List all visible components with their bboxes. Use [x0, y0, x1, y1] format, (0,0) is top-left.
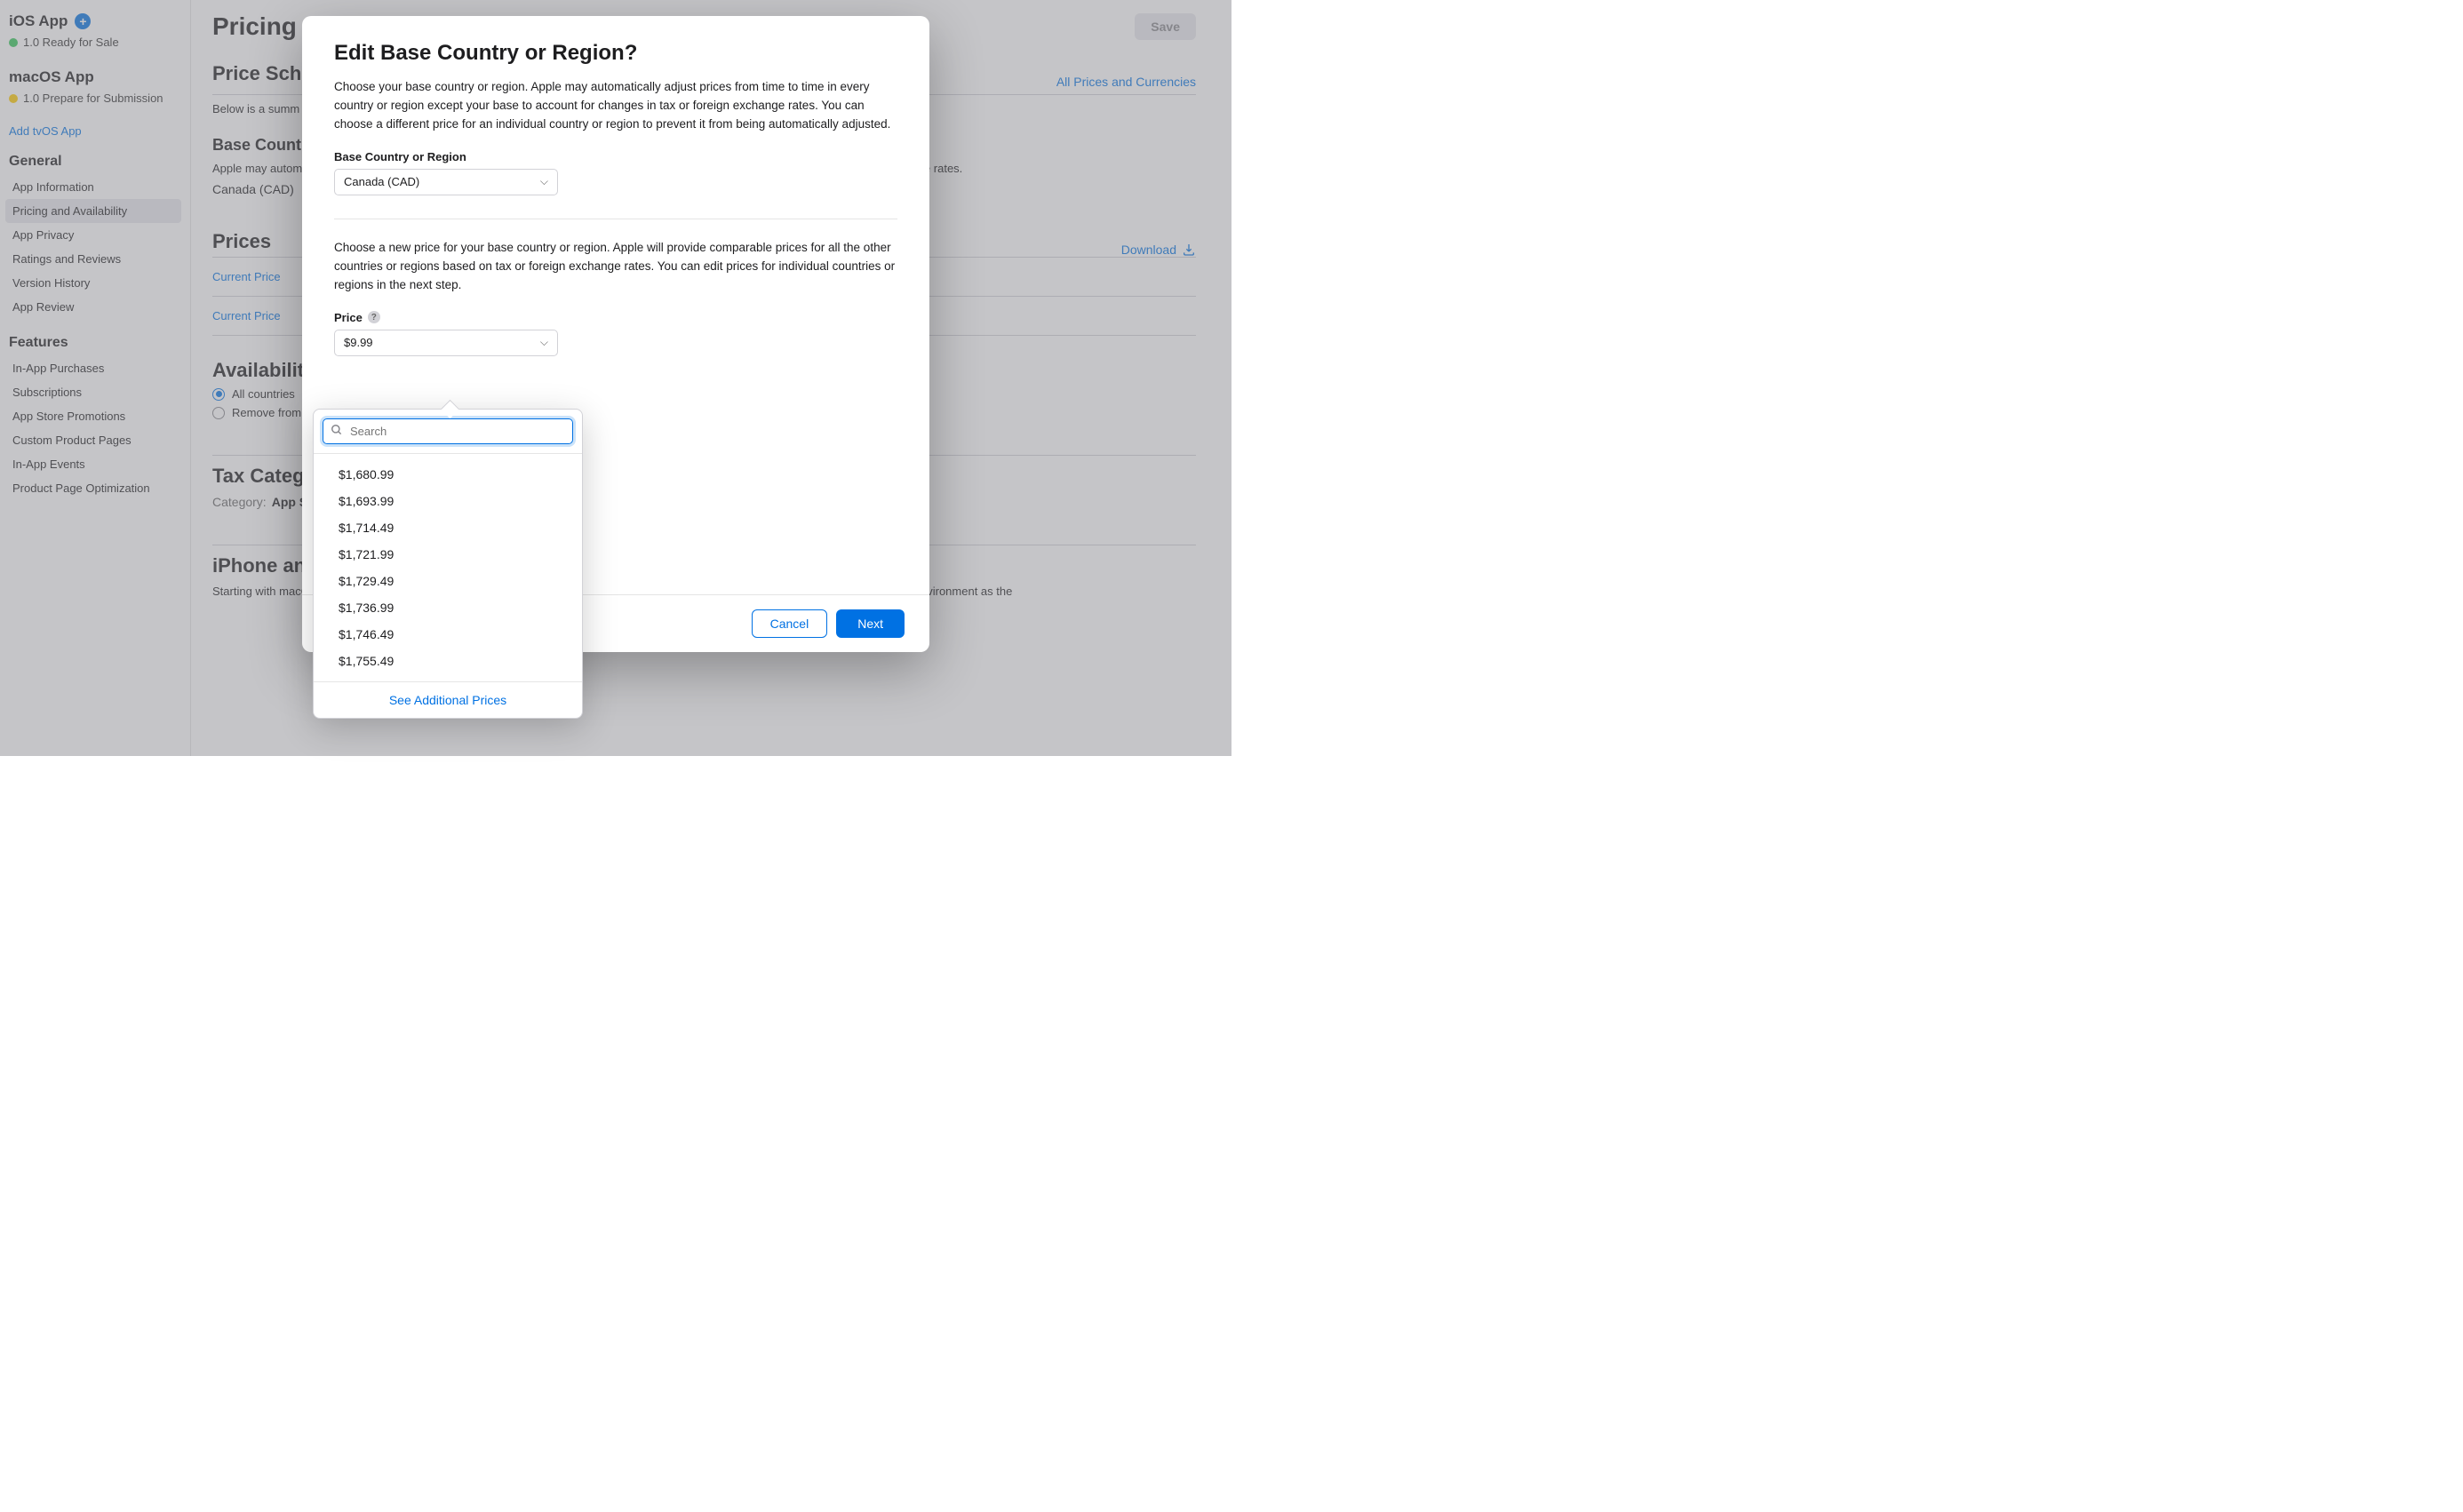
modal-desc-2: Choose a new price for your base country… [334, 239, 897, 295]
price-label: Price ? [334, 311, 897, 324]
price-select[interactable]: $9.99 ⌵ [334, 330, 558, 356]
price-option[interactable]: $1,729.49 [314, 568, 582, 594]
price-option[interactable]: $1,755.49 [314, 648, 582, 674]
price-option[interactable]: $1,714.49 [314, 514, 582, 541]
see-additional-prices-link[interactable]: See Additional Prices [389, 693, 506, 707]
cancel-button[interactable]: Cancel [752, 609, 828, 638]
price-option[interactable]: $1,736.99 [314, 594, 582, 621]
price-option[interactable]: $1,693.99 [314, 488, 582, 514]
modal-desc-1: Choose your base country or region. Appl… [334, 78, 897, 134]
base-country-label: Base Country or Region [334, 150, 897, 163]
modal-overlay[interactable]: Edit Base Country or Region? Choose your… [0, 0, 1232, 756]
chevron-down-icon: ⌵ [540, 175, 548, 188]
price-option[interactable]: $1,680.99 [314, 461, 582, 488]
search-icon [331, 424, 343, 439]
help-icon[interactable]: ? [368, 311, 380, 323]
price-value: $9.99 [344, 336, 373, 349]
modal-title: Edit Base Country or Region? [334, 41, 897, 66]
price-search-input[interactable] [350, 425, 565, 438]
price-option[interactable]: $1,721.99 [314, 541, 582, 568]
chevron-down-icon: ⌵ [540, 336, 548, 349]
price-dropdown: $1,680.99 $1,693.99 $1,714.49 $1,721.99 … [313, 409, 583, 719]
price-option[interactable]: $1,746.49 [314, 621, 582, 648]
price-search-field[interactable] [323, 418, 573, 444]
next-button[interactable]: Next [836, 609, 905, 638]
price-option-list: $1,680.99 $1,693.99 $1,714.49 $1,721.99 … [314, 454, 582, 681]
base-country-value: Canada (CAD) [344, 175, 419, 188]
base-country-select[interactable]: Canada (CAD) ⌵ [334, 169, 558, 195]
